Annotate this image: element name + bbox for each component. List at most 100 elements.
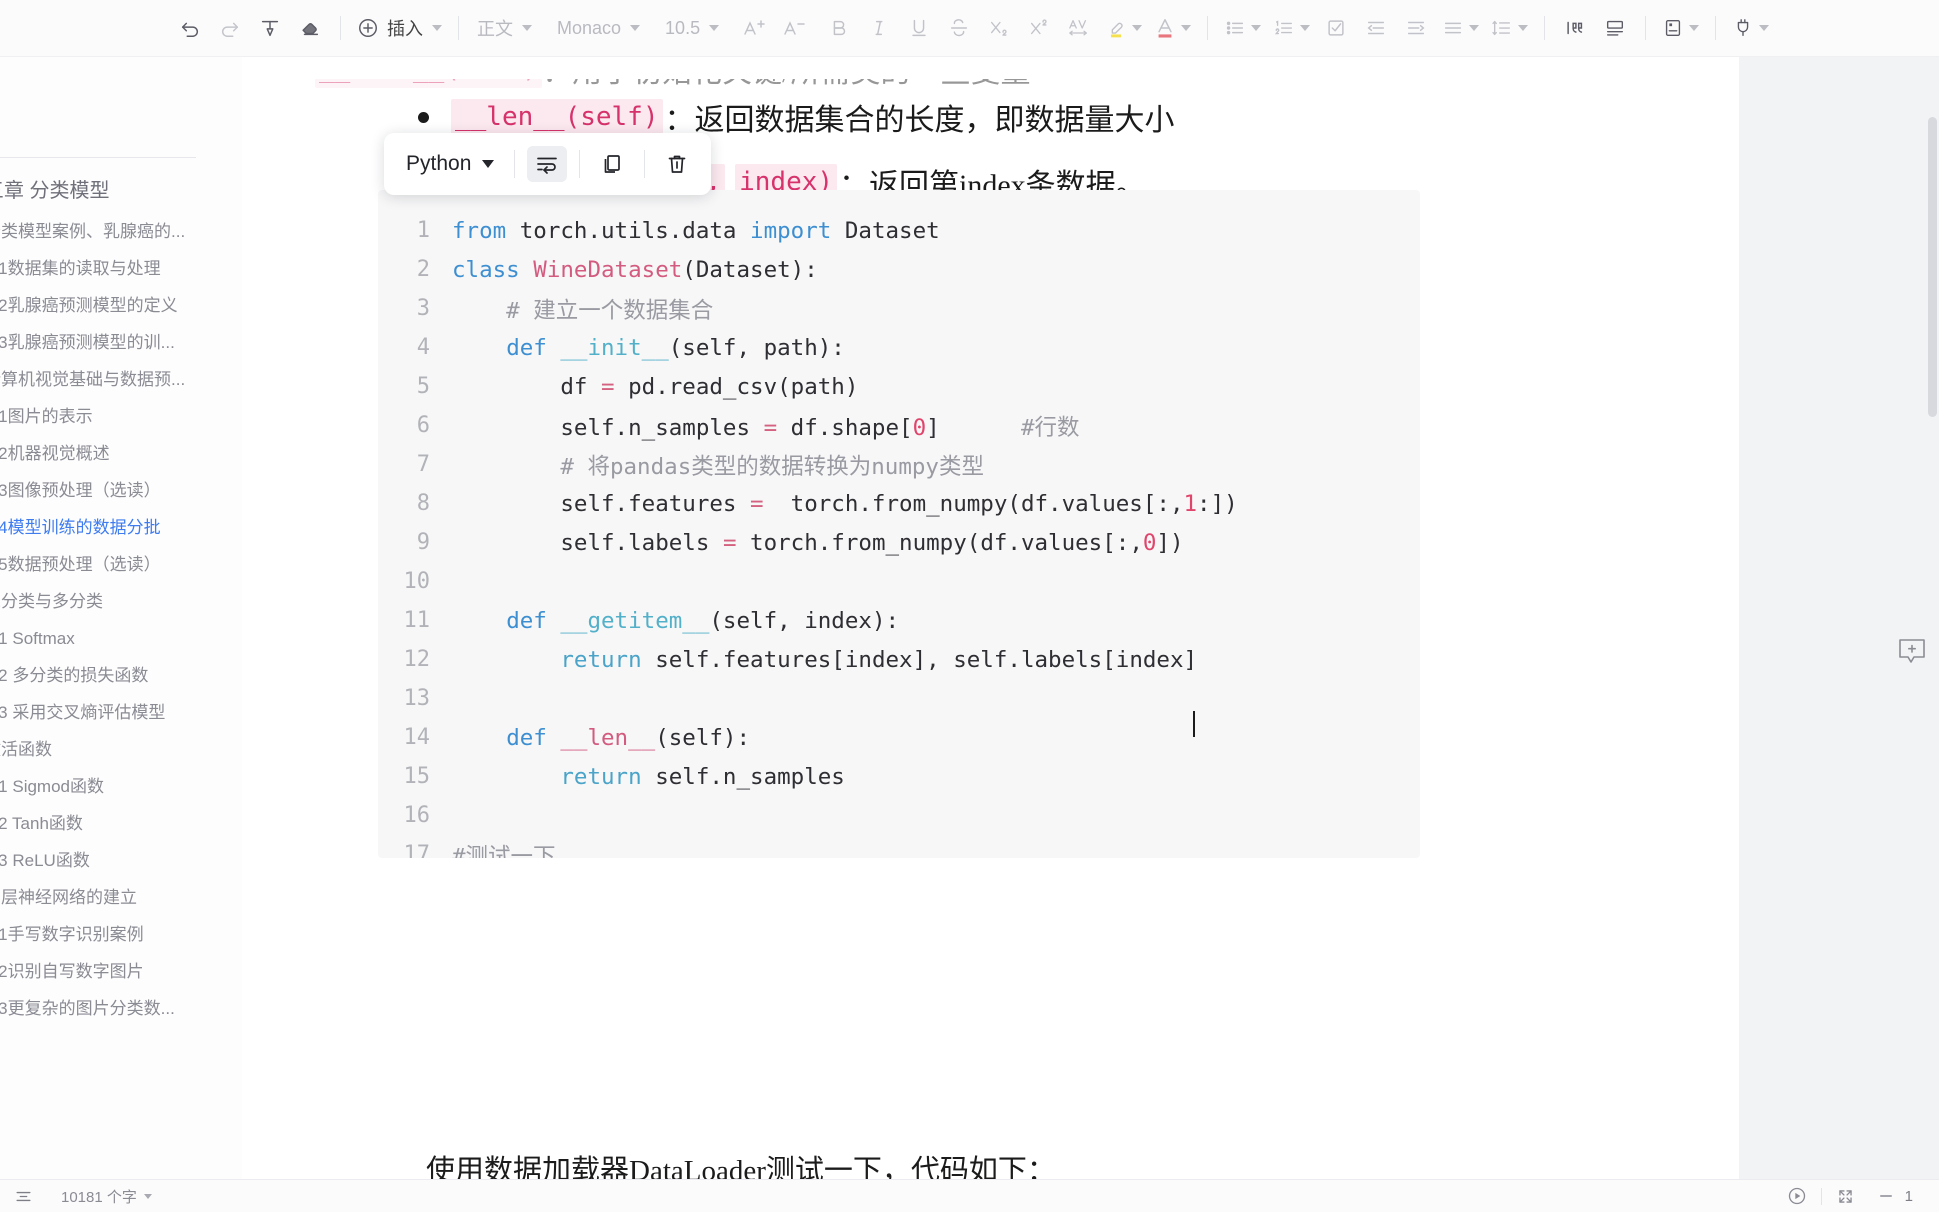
code-line[interactable]: 15 return self.n_samples <box>378 757 1420 796</box>
sidebar-item[interactable]: 4.1 Sigmod函数 <box>0 768 242 805</box>
outline-sidebar: 三章 分类模型分类模型案例、乳腺癌的... 1.1数据集的读取与处理 1.2乳腺癌预… <box>0 57 242 1179</box>
sidebar-item[interactable]: 分类模型案例、乳腺癌的... <box>0 213 242 250</box>
sidebar-item[interactable]: 5.1手写数字识别案例 <box>0 916 242 953</box>
align-button[interactable] <box>1439 11 1482 45</box>
sidebar-item[interactable]: 激活函数 <box>0 731 242 768</box>
code-line[interactable]: 14 def __len__(self): <box>378 718 1420 757</box>
sidebar-item[interactable]: 多层神经网络的建立 <box>0 879 242 916</box>
insert-widget-button[interactable] <box>1729 11 1772 45</box>
quote-button[interactable] <box>1558 11 1592 45</box>
code-token: self.features[index], self.labels[index] <box>641 646 1198 673</box>
code-line-content: return self.n_samples <box>452 764 844 790</box>
copy-code-button[interactable] <box>592 146 632 182</box>
code-line[interactable]: 13 <box>378 679 1420 718</box>
code-line[interactable]: 17 #测试一下 <box>378 835 1420 858</box>
code-line[interactable]: 9 self.labels = torch.from_numpy(df.valu… <box>378 523 1420 562</box>
sidebar-item[interactable]: 二分类与多分类 <box>0 583 242 620</box>
code-line[interactable]: 16 <box>378 796 1420 835</box>
code-line[interactable]: 1 from torch.utils.data import Dataset <box>378 211 1420 250</box>
sidebar-item[interactable]: 5.3更复杂的图片分类数... <box>0 990 242 1027</box>
document-scroll-area[interactable]: __init__(self) ：用于初始化关键/所需类的一些变量 __len__… <box>242 57 1939 1179</box>
code-line[interactable]: 10 <box>378 562 1420 601</box>
letter-spacing-button[interactable] <box>1062 11 1096 45</box>
insert-card-button[interactable] <box>1659 11 1702 45</box>
add-comment-button[interactable] <box>1897 638 1927 666</box>
italic-button[interactable] <box>862 11 896 45</box>
code-lines: 1 from torch.utils.data import Dataset 2 cl… <box>378 211 1420 859</box>
bold-icon <box>833 20 846 36</box>
fullscreen-button[interactable] <box>1836 1187 1855 1206</box>
strikethrough-button[interactable] <box>942 11 976 45</box>
sidebar-item[interactable]: 1.2乳腺癌预测模型的定义 <box>0 287 242 324</box>
font-family-dropdown[interactable]: Monaco <box>552 11 643 45</box>
sidebar-item[interactable]: 三章 分类模型 <box>0 169 242 213</box>
code-line[interactable]: 4 def __init__(self, path): <box>378 328 1420 367</box>
sidebar-item[interactable]: 4.2 Tanh函数 <box>0 805 242 842</box>
code-line-number: 4 <box>416 335 430 360</box>
code-line[interactable]: 7 # 将pandas类型的数据转换为numpy类型 <box>378 445 1420 484</box>
superscript-button[interactable] <box>1022 11 1056 45</box>
clear-format-button[interactable] <box>293 11 327 45</box>
sidebar-item[interactable]: 2.4模型训练的数据分批 <box>0 509 242 546</box>
code-token: df.shape[ <box>777 414 913 441</box>
sidebar-item[interactable]: 5.2识别自写数字图片 <box>0 953 242 990</box>
sidebar-item[interactable]: 4.3 ReLU函数 <box>0 842 242 879</box>
sidebar-item[interactable]: 3.2 多分类的损失函数 <box>0 657 242 694</box>
sidebar-item-label: 计算机视觉基础与数据预... <box>0 370 186 389</box>
highlight-color-button[interactable] <box>1102 11 1145 45</box>
decrease-indent-button[interactable] <box>1359 11 1393 45</box>
sidebar-item[interactable]: 3.1 Softmax <box>0 620 242 657</box>
code-token: 0 <box>912 414 927 441</box>
subscript-button[interactable] <box>982 11 1016 45</box>
delete-code-block-button[interactable] <box>657 146 697 182</box>
font-size-dropdown[interactable]: 10.5 <box>660 11 722 45</box>
bullet-list-button[interactable] <box>1221 11 1264 45</box>
run-button[interactable] <box>1787 1186 1807 1206</box>
code-line[interactable]: 2 class WineDataset(Dataset): <box>378 250 1420 289</box>
sidebar-item[interactable]: 2.1图片的表示 <box>0 398 242 435</box>
format-painter-button[interactable] <box>253 11 287 45</box>
outline-toggle-button[interactable] <box>14 1187 33 1206</box>
sidebar-item[interactable]: 1.1数据集的读取与处理 <box>0 250 242 287</box>
paragraph-style-dropdown[interactable]: 正文 <box>472 11 535 45</box>
sidebar-item[interactable]: 2.2机器视觉概述 <box>0 435 242 472</box>
code-line[interactable]: 12 return self.features[index], self.lab… <box>378 640 1420 679</box>
sidebar-item[interactable]: 2.5数据预处理（选读） <box>0 546 242 583</box>
font-color-button[interactable] <box>1151 11 1194 45</box>
redo-button[interactable] <box>213 11 247 45</box>
numbered-list-button[interactable] <box>1270 11 1313 45</box>
sidebar-item-label: 4.1 Sigmod函数 <box>0 777 104 796</box>
insert-button[interactable]: 插入 <box>354 11 445 45</box>
code-block[interactable]: 1 from torch.utils.data import Dataset 2 cl… <box>378 190 1420 858</box>
sidebar-item[interactable]: 计算机视觉基础与数据预... <box>0 361 242 398</box>
code-line[interactable]: 6 self.n_samples = df.shape[0] #行数 <box>378 406 1420 445</box>
sidebar-item-label: 3.3 采用交叉熵评估模型 <box>0 703 166 722</box>
code-line[interactable]: 5 df = pd.read_csv(path) <box>378 367 1420 406</box>
underline-button[interactable] <box>902 11 936 45</box>
code-line[interactable]: 3 # 建立一个数据集合 <box>378 289 1420 328</box>
sidebar-item[interactable]: 3.3 采用交叉熵评估模型 <box>0 694 242 731</box>
zoom-out-button[interactable] <box>1877 1187 1895 1205</box>
checklist-button[interactable] <box>1319 11 1353 45</box>
horizontal-rule-button[interactable] <box>1598 11 1632 45</box>
toggle-word-wrap-button[interactable] <box>527 146 568 182</box>
word-count-button[interactable]: 10181 个字 <box>61 1186 152 1207</box>
code-token: __len__ <box>560 724 656 751</box>
sidebar-item[interactable]: 1.3乳腺癌预测模型的训... <box>0 324 242 361</box>
line-spacing-button[interactable] <box>1488 11 1531 45</box>
code-line[interactable]: 8 self.features = torch.from_numpy(df.va… <box>378 484 1420 523</box>
increase-font-size-button[interactable] <box>737 11 771 45</box>
code-token: class <box>452 256 520 283</box>
undo-button[interactable] <box>173 11 207 45</box>
increase-indent-button[interactable] <box>1399 11 1433 45</box>
code-token: #行数 <box>1020 414 1080 441</box>
sidebar-item[interactable]: 2.3图像预处理（选读） <box>0 472 242 509</box>
code-line-content: self.n_samples = df.shape[0] #行数 <box>452 410 1080 442</box>
code-line-content: #测试一下 <box>452 839 556 859</box>
code-line[interactable]: 11 def __getitem__(self, index): <box>378 601 1420 640</box>
code-language-dropdown[interactable]: Python <box>398 152 502 176</box>
bold-button[interactable] <box>822 11 856 45</box>
vertical-scrollbar[interactable] <box>1928 117 1937 417</box>
decrease-font-size-button[interactable] <box>777 11 811 45</box>
